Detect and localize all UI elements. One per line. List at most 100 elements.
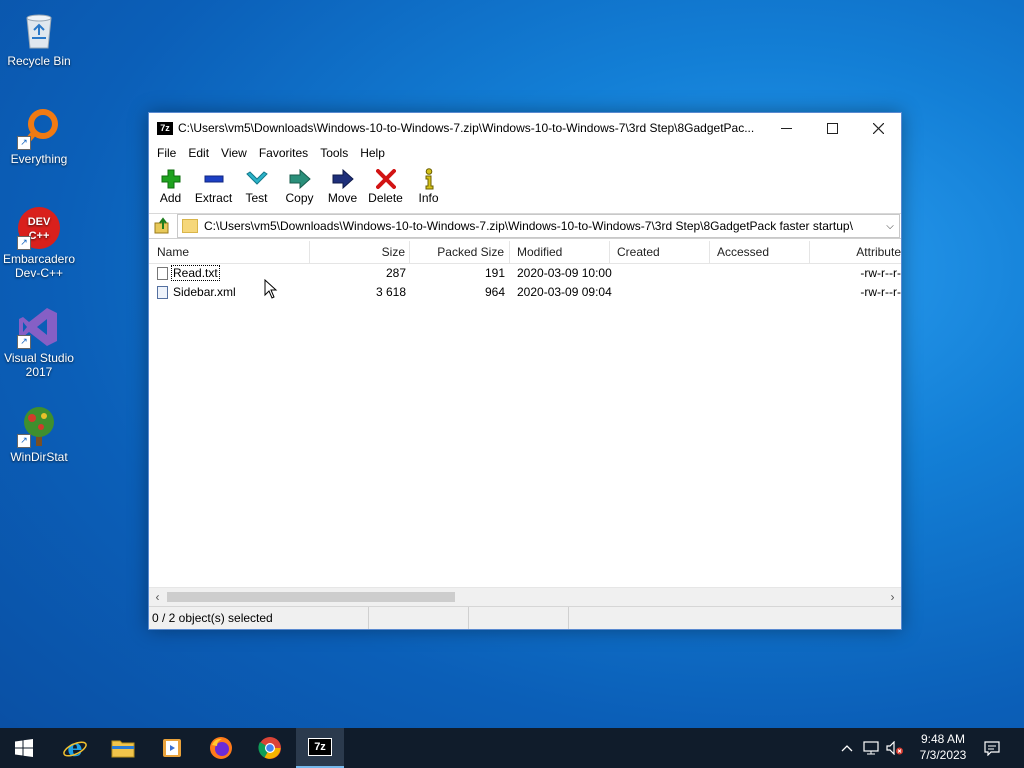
minimize-button[interactable] xyxy=(763,113,809,143)
chevron-up-icon xyxy=(841,745,853,752)
scrollbar-thumb[interactable] xyxy=(167,592,455,602)
file-attributes: -rw-r--r- xyxy=(860,285,901,299)
checkmark-icon xyxy=(245,168,269,190)
shortcut-arrow-icon: ↗ xyxy=(17,335,31,349)
column-size[interactable]: Size xyxy=(310,241,410,263)
folder-icon xyxy=(182,219,198,233)
menu-file[interactable]: File xyxy=(151,146,182,160)
close-icon xyxy=(872,122,884,134)
menu-tools[interactable]: Tools xyxy=(314,146,354,160)
file-modified: 2020-03-09 09:04 xyxy=(517,285,612,299)
file-name: Read.txt xyxy=(171,265,220,281)
devcpp-icon: DEV C++ ↗ xyxy=(17,206,61,250)
info-button[interactable]: Info xyxy=(407,163,450,205)
desktop-icon-label: WinDirStat xyxy=(10,450,68,464)
add-button[interactable]: Add xyxy=(149,163,192,205)
scroll-right-icon[interactable]: › xyxy=(884,588,901,606)
clock-time: 9:48 AM xyxy=(920,732,966,746)
folder-up-button[interactable] xyxy=(149,214,177,238)
chevron-down-icon[interactable]: ⌵ xyxy=(881,221,899,232)
file-explorer-taskbar[interactable] xyxy=(99,728,147,768)
status-segment xyxy=(569,607,901,629)
media-player-icon xyxy=(163,739,181,757)
minimize-icon xyxy=(780,127,792,129)
file-size: 3 618 xyxy=(375,285,406,299)
shortcut-arrow-icon: ↗ xyxy=(17,236,31,250)
list-header: Name Size Packed Size Modified Created A… xyxy=(149,241,901,264)
column-name[interactable]: Name xyxy=(149,241,310,263)
address-bar: C:\Users\vm5\Downloads\Windows-10-to-Win… xyxy=(149,214,901,239)
delete-button[interactable]: Delete xyxy=(364,163,407,205)
move-button[interactable]: Move xyxy=(321,163,364,205)
shortcut-arrow-icon: ↗ xyxy=(17,136,31,150)
delete-x-icon xyxy=(374,168,398,190)
status-selection: 0 / 2 object(s) selected xyxy=(149,607,369,629)
status-segment xyxy=(469,607,569,629)
close-button[interactable] xyxy=(855,113,901,143)
firefox-taskbar[interactable] xyxy=(197,728,245,768)
address-combobox[interactable]: C:\Users\vm5\Downloads\Windows-10-to-Win… xyxy=(177,214,900,238)
column-attributes[interactable]: Attribute xyxy=(810,241,901,263)
svg-text:e: e xyxy=(67,735,82,761)
desktop-icon-visual-studio[interactable]: ↗ Visual Studio 2017 xyxy=(0,305,78,379)
network-button[interactable] xyxy=(861,728,881,768)
toolbar: Add Extract Test Copy Move Delete Info xyxy=(149,163,901,214)
action-center-button[interactable] xyxy=(978,728,1006,768)
extract-button[interactable]: Extract xyxy=(192,163,235,205)
menu-favorites[interactable]: Favorites xyxy=(253,146,314,160)
desktop-icon-everything[interactable]: ↗ Everything xyxy=(0,106,78,166)
media-player-taskbar[interactable] xyxy=(148,728,196,768)
file-name: Sidebar.xml xyxy=(173,285,236,299)
chrome-taskbar[interactable] xyxy=(246,728,294,768)
desktop-icon-label: Visual Studio 2017 xyxy=(4,351,74,379)
svg-text:C++: C++ xyxy=(29,230,50,242)
file-packed-size: 964 xyxy=(484,285,505,299)
internet-explorer-icon: e xyxy=(63,735,87,761)
table-row[interactable]: Sidebar.xml 3 618 964 2020-03-09 09:04 -… xyxy=(149,283,901,302)
column-created[interactable]: Created xyxy=(610,241,710,263)
column-packed-size[interactable]: Packed Size xyxy=(410,241,510,263)
internet-explorer-taskbar[interactable]: e xyxy=(51,728,99,768)
file-modified: 2020-03-09 10:00 xyxy=(517,266,612,280)
maximize-icon xyxy=(826,122,838,134)
column-accessed[interactable]: Accessed xyxy=(710,241,810,263)
menu-help[interactable]: Help xyxy=(354,146,391,160)
7zip-icon: 7z xyxy=(308,738,332,756)
maximize-button[interactable] xyxy=(809,113,855,143)
7zip-taskbar[interactable]: 7z xyxy=(296,728,344,768)
show-hidden-icons-button[interactable] xyxy=(838,728,856,768)
desktop-icon-recycle-bin[interactable]: Recycle Bin xyxy=(0,8,78,68)
menu-edit[interactable]: Edit xyxy=(182,146,215,160)
title-bar[interactable]: 7z C:\Users\vm5\Downloads\Windows-10-to-… xyxy=(149,113,901,143)
horizontal-scrollbar[interactable]: ‹ › xyxy=(149,587,901,606)
desktop-icon-windirstat[interactable]: ↗ WinDirStat xyxy=(0,404,78,464)
menu-view[interactable]: View xyxy=(215,146,253,160)
file-attributes: -rw-r--r- xyxy=(860,266,901,280)
file-list[interactable]: Name Size Packed Size Modified Created A… xyxy=(149,241,901,587)
firefox-icon xyxy=(210,737,232,759)
table-row[interactable]: Read.txt 287 191 2020-03-09 10:00 -rw-r-… xyxy=(149,264,901,283)
column-modified[interactable]: Modified xyxy=(510,241,610,263)
move-arrow-icon xyxy=(331,168,355,190)
test-button[interactable]: Test xyxy=(235,163,278,205)
start-button[interactable] xyxy=(0,728,48,768)
chrome-icon xyxy=(258,737,281,759)
desktop-icon-label: Everything xyxy=(10,152,68,166)
mouse-cursor-icon xyxy=(264,279,278,299)
network-icon xyxy=(863,741,879,755)
clock-date: 7/3/2023 xyxy=(919,748,967,762)
status-bar: 0 / 2 object(s) selected xyxy=(149,606,901,629)
scroll-left-icon[interactable]: ‹ xyxy=(149,588,166,606)
taskbar: e 7z 9:48 AM 7/3/2023 xyxy=(0,728,1024,768)
window-title: C:\Users\vm5\Downloads\Windows-10-to-Win… xyxy=(178,121,755,135)
minus-icon xyxy=(202,168,226,190)
desktop-icon-label: Recycle Bin xyxy=(7,54,71,68)
copy-button[interactable]: Copy xyxy=(278,163,321,205)
copy-arrow-icon xyxy=(288,168,312,190)
menu-bar: File Edit View Favorites Tools Help xyxy=(149,143,901,163)
desktop-icon-devcpp[interactable]: DEV C++ ↗ Embarcadero Dev-C++ xyxy=(0,206,78,280)
file-explorer-icon xyxy=(111,740,135,758)
taskbar-clock[interactable]: 9:48 AM 7/3/2023 xyxy=(908,731,978,763)
recycle-bin-icon xyxy=(17,8,61,52)
volume-button[interactable] xyxy=(884,728,906,768)
